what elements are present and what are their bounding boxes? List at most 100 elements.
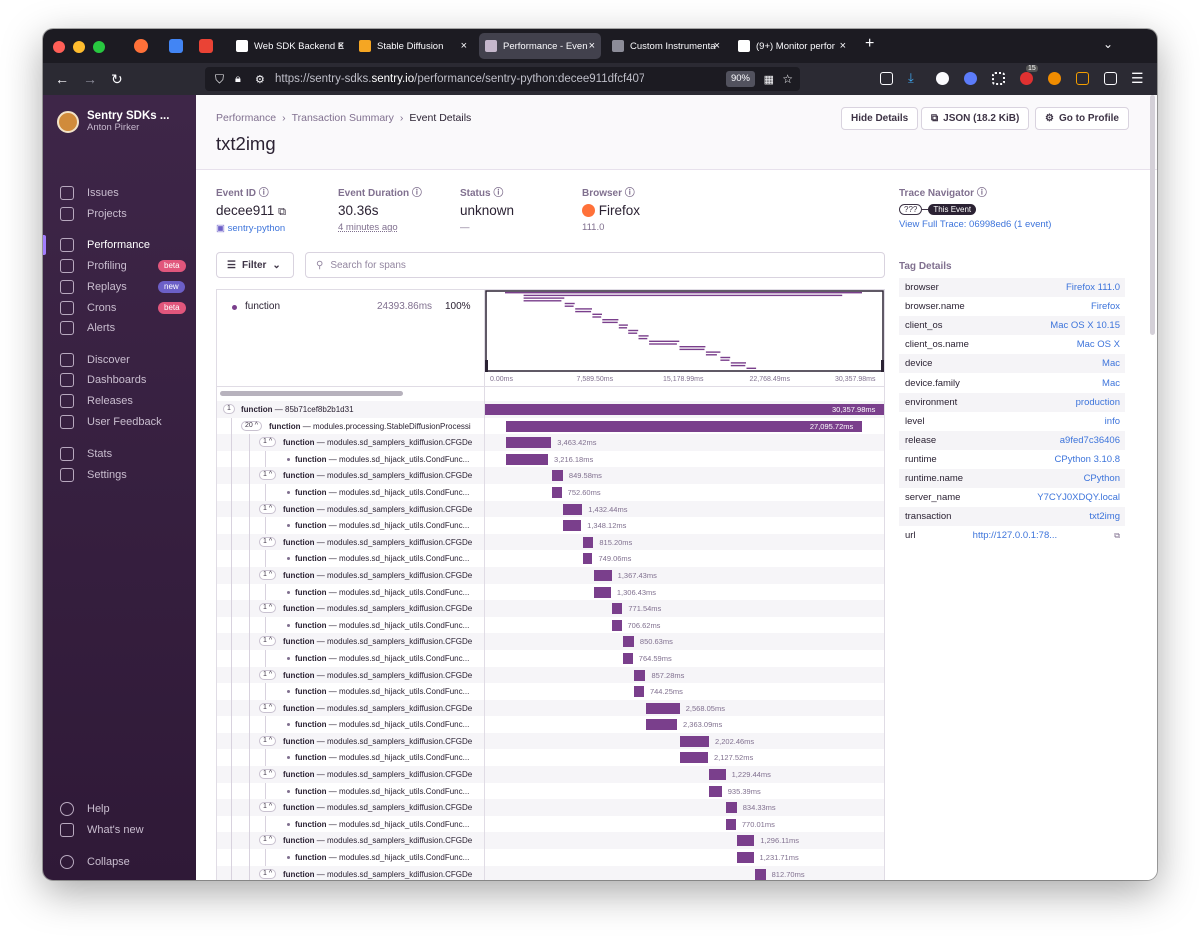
- span-toggle-button[interactable]: 1 ^: [259, 636, 277, 647]
- sidebar-item-what-s-new[interactable]: What's new: [43, 820, 196, 840]
- tag-value[interactable]: Mac: [1102, 358, 1120, 369]
- pocket-icon[interactable]: [880, 72, 893, 85]
- lock-icon[interactable]: 🔒︎: [235, 73, 241, 86]
- tag-value[interactable]: production: [1076, 397, 1120, 408]
- span-toggle-button[interactable]: 1 ^: [259, 603, 277, 614]
- span-row[interactable]: function — modules.sd_hijack_utils.CondF…: [217, 782, 884, 800]
- this-event-node[interactable]: This Event: [928, 204, 977, 215]
- span-bar[interactable]: [612, 603, 623, 615]
- copy-icon[interactable]: ⧉: [278, 206, 286, 218]
- extension-icon[interactable]: [964, 72, 977, 85]
- minimap-handle[interactable]: [485, 360, 488, 372]
- span-row[interactable]: function — modules.sd_hijack_utils.CondF…: [217, 517, 884, 534]
- span-bar[interactable]: [612, 619, 622, 631]
- span-toggle-button[interactable]: 1 ^: [259, 569, 277, 580]
- tag-value[interactable]: Mac OS X 10.15: [1050, 320, 1120, 331]
- sidebar-item-dashboards[interactable]: Dashboards: [43, 370, 196, 390]
- browser-tab[interactable]: Custom Instrumenta ×: [606, 33, 726, 59]
- span-toggle-button[interactable]: 20 ^: [241, 420, 263, 431]
- tab-close-icon[interactable]: ×: [714, 40, 720, 52]
- span-bar[interactable]: [709, 785, 722, 797]
- browser-tab[interactable]: (9+) Monitor perfor ×: [732, 33, 852, 59]
- span-bar[interactable]: [725, 818, 736, 830]
- span-toggle-button[interactable]: 1 ^: [259, 835, 277, 846]
- span-row[interactable]: 1 function — 85b71cef8b2b1d31 30,357.98ms: [217, 401, 884, 418]
- span-toggle-button[interactable]: 1 ^: [259, 769, 277, 780]
- span-row[interactable]: 1 ^ function — modules.sd_samplers_kdiffu…: [217, 832, 884, 850]
- span-bar[interactable]: [622, 636, 634, 648]
- container-icon[interactable]: [1076, 72, 1089, 85]
- view-full-trace-link[interactable]: View Full Trace: 06998ed6 (1 event): [899, 219, 1051, 230]
- scroll-thumb[interactable]: [220, 391, 403, 396]
- browser-tab[interactable]: Performance - Even ×: [479, 33, 601, 59]
- tab-close-icon[interactable]: ×: [589, 40, 595, 52]
- search-input[interactable]: ⚲ Search for spans: [305, 252, 885, 278]
- span-row[interactable]: 1 ^ function — modules.sd_samplers_kdiffu…: [217, 500, 884, 518]
- url-bar[interactable]: ⛉ 🔒︎ ⚙ https://sentry-sdks. sentry.io/per…: [205, 67, 800, 91]
- span-bar[interactable]: [754, 868, 766, 880]
- span-row[interactable]: function — modules.sd_hijack_utils.CondF…: [217, 749, 884, 767]
- sidebar-item-issues[interactable]: Issues: [43, 183, 196, 203]
- tag-value[interactable]: CPython: [1084, 473, 1120, 484]
- span-bar[interactable]: [622, 652, 633, 664]
- extensions-grid-icon[interactable]: [992, 72, 1005, 85]
- forward-icon[interactable]: →: [83, 71, 97, 87]
- tag-value[interactable]: Mac: [1102, 378, 1120, 389]
- sidebar-item-replays[interactable]: Replays new: [43, 277, 196, 297]
- span-bar[interactable]: [680, 752, 708, 764]
- sidebar-item-crons[interactable]: Crons beta: [43, 298, 196, 318]
- sidebar-item-releases[interactable]: Releases: [43, 391, 196, 411]
- sidebar-item-alerts[interactable]: Alerts: [43, 318, 196, 338]
- span-bar[interactable]: [646, 702, 680, 714]
- share-icon[interactable]: [1104, 72, 1117, 85]
- browser-tab[interactable]: Web SDK Backend E ×: [230, 33, 350, 59]
- span-row[interactable]: 1 ^ function — modules.sd_samplers_kdiffu…: [217, 865, 884, 880]
- span-bar[interactable]: [634, 669, 646, 681]
- reader-view-icon[interactable]: ▦: [764, 73, 774, 86]
- span-bar[interactable]: [593, 569, 612, 581]
- span-toggle-button[interactable]: 1 ^: [259, 437, 277, 448]
- span-bar[interactable]: [582, 553, 593, 565]
- span-bar[interactable]: [505, 437, 552, 449]
- span-row[interactable]: function — modules.sd_hijack_utils.CondF…: [217, 716, 884, 733]
- breadcrumb-transaction-summary[interactable]: Transaction Summary: [292, 112, 394, 124]
- tag-value[interactable]: CPython 3.10.8: [1055, 454, 1121, 465]
- span-bar[interactable]: [646, 719, 678, 731]
- span-row[interactable]: function — modules.sd_hijack_utils.CondF…: [217, 616, 884, 634]
- span-row[interactable]: function — modules.sd_hijack_utils.CondF…: [217, 583, 884, 601]
- new-tab-button[interactable]: +: [865, 35, 874, 53]
- hide-details-button[interactable]: Hide Details: [841, 107, 919, 130]
- trace-unknown-node[interactable]: ???: [899, 204, 923, 215]
- tag-value[interactable]: Firefox: [1091, 301, 1120, 312]
- span-bar[interactable]: [725, 802, 737, 814]
- zoom-level[interactable]: 90%: [725, 71, 755, 87]
- span-row[interactable]: function — modules.sd_hijack_utils.CondF…: [217, 649, 884, 667]
- sidebar-item-performance[interactable]: Performance: [43, 235, 196, 255]
- reload-icon[interactable]: ↻: [111, 71, 123, 88]
- span-row[interactable]: function — modules.sd_hijack_utils.CondF…: [217, 849, 884, 866]
- span-toggle-button[interactable]: 1 ^: [259, 503, 277, 514]
- tag-value[interactable]: a9fed7c36406: [1060, 435, 1120, 446]
- span-bar[interactable]: [582, 536, 594, 548]
- tab-close-icon[interactable]: ×: [461, 40, 467, 52]
- fox-extension-icon[interactable]: [1048, 72, 1061, 85]
- span-bar[interactable]: [505, 420, 862, 432]
- gmail-icon[interactable]: [199, 39, 213, 53]
- span-bar[interactable]: [485, 404, 884, 415]
- sidebar-item-stats[interactable]: Stats: [43, 444, 196, 464]
- back-icon[interactable]: ←: [55, 71, 69, 87]
- span-row[interactable]: 1 ^ function — modules.sd_samplers_kdiffu…: [217, 533, 884, 551]
- zoom-window-button[interactable]: [93, 41, 105, 53]
- sidebar-item-help[interactable]: Help: [43, 799, 196, 819]
- permissions-icon[interactable]: ⚙: [255, 73, 265, 86]
- tag-value[interactable]: Mac OS X: [1077, 339, 1120, 350]
- span-row[interactable]: function — modules.sd_hijack_utils.CondF…: [217, 815, 884, 833]
- span-row[interactable]: function — modules.sd_hijack_utils.CondF…: [217, 450, 884, 468]
- minimap-view[interactable]: [485, 290, 884, 372]
- tab-list-chevron-icon[interactable]: ⌄: [1103, 37, 1113, 51]
- sidebar-item-projects[interactable]: Projects: [43, 204, 196, 224]
- sidebar-item-discover[interactable]: Discover: [43, 350, 196, 370]
- sidebar-item-collapse[interactable]: Collapse: [43, 852, 196, 872]
- horizontal-scrollbar[interactable]: [217, 387, 485, 401]
- json-button[interactable]: ⧉ JSON (18.2 KiB): [921, 107, 1030, 130]
